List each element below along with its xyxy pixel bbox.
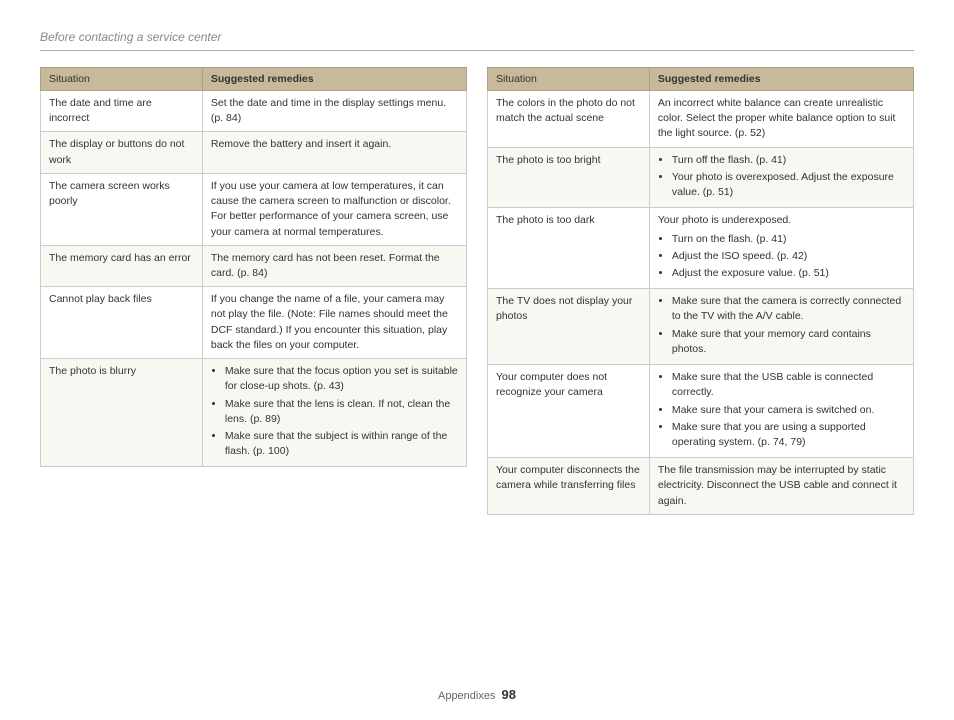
remedy-text: Your photo is underexposed. [658, 213, 905, 228]
remedy-text: The memory card has not been reset. Form… [211, 252, 440, 279]
remedy-cell: Make sure that the camera is correctly c… [649, 289, 913, 365]
table-row: The photo is blurry Make sure that the fo… [41, 359, 467, 467]
remedy-cell: Turn off the flash. (p. 41) Your photo is… [649, 147, 913, 208]
footer: Appendixes 98 [0, 687, 954, 702]
remedy-cell: The file transmission may be interrupted… [649, 458, 913, 515]
table-row: The colors in the photo do not match the… [488, 91, 914, 148]
table-row: Your computer does not recognize your ca… [488, 365, 914, 458]
table-row: The memory card has an error The memory c… [41, 245, 467, 286]
remedy-cell: An incorrect white balance can create un… [649, 91, 913, 148]
right-table-section: Situation Suggested remedies The colors … [487, 67, 914, 515]
remedy-cell: Make sure that the USB cable is connecte… [649, 365, 913, 458]
remedy-list: Make sure that the USB cable is connecte… [658, 370, 905, 450]
list-item: Turn off the flash. (p. 41) [672, 153, 905, 168]
remedy-list: Make sure that the camera is correctly c… [658, 294, 905, 357]
table-row: The display or buttons do not work Remove… [41, 132, 467, 173]
table-row: The photo is too darkYour photo is under… [488, 208, 914, 289]
list-item: Make sure that you are using a supported… [672, 420, 905, 450]
left-table-section: Situation Suggested remedies The date an… [40, 67, 467, 467]
situation-cell: The TV does not display your photos [488, 289, 650, 365]
remedy-cell: Set the date and time in the display set… [202, 91, 466, 132]
list-item: Turn on the flash. (p. 41) [672, 232, 905, 247]
list-item: Make sure that your memory card contains… [672, 327, 905, 357]
remedy-text: Remove the battery and insert it again. [211, 138, 391, 150]
table-row: The date and time are incorrect Set the d… [41, 91, 467, 132]
right-col-situation: Situation [488, 68, 650, 91]
list-item: Adjust the ISO speed. (p. 42) [672, 249, 905, 264]
list-item: Make sure that the focus option you set … [225, 364, 458, 394]
situation-cell: Your computer does not recognize your ca… [488, 365, 650, 458]
footer-number: 98 [502, 687, 516, 702]
situation-cell: The photo is blurry [41, 359, 203, 467]
table-row: The camera screen works poorly If you use… [41, 173, 467, 245]
remedy-text: If you change the name of a file, your c… [211, 293, 448, 351]
situation-cell: The colors in the photo do not match the… [488, 91, 650, 148]
remedy-text: If you use your camera at low temperatur… [211, 180, 451, 207]
left-table: Situation Suggested remedies The date an… [40, 67, 467, 467]
table-row: The TV does not display your photos Make … [488, 289, 914, 365]
situation-cell: The camera screen works poorly [41, 173, 203, 245]
left-col-remedies: Suggested remedies [202, 68, 466, 91]
situation-cell: Cannot play back files [41, 287, 203, 359]
list-item: Your photo is overexposed. Adjust the ex… [672, 170, 905, 200]
remedy-list: Make sure that the focus option you set … [211, 364, 458, 459]
table-row: Your computer disconnects the camera whi… [488, 458, 914, 515]
remedy-text: For better performance of your camera sc… [211, 210, 449, 237]
table-row: Cannot play back filesIf you change the … [41, 287, 467, 359]
left-col-situation: Situation [41, 68, 203, 91]
footer-label: Appendixes [438, 690, 496, 702]
list-item: Adjust the exposure value. (p. 51) [672, 266, 905, 281]
situation-cell: The memory card has an error [41, 245, 203, 286]
situation-cell: The photo is too bright [488, 147, 650, 208]
remedy-cell: Make sure that the focus option you set … [202, 359, 466, 467]
situation-cell: The date and time are incorrect [41, 91, 203, 132]
remedy-list: Turn off the flash. (p. 41) Your photo is… [658, 153, 905, 201]
right-table: Situation Suggested remedies The colors … [487, 67, 914, 515]
remedy-cell: Remove the battery and insert it again. [202, 132, 466, 173]
situation-cell: The photo is too dark [488, 208, 650, 289]
list-item: Make sure that the camera is correctly c… [672, 294, 905, 324]
tables-wrapper: Situation Suggested remedies The date an… [40, 67, 914, 515]
page-container: Before contacting a service center Situa… [0, 0, 954, 720]
list-item: Make sure that the subject is within ran… [225, 429, 458, 459]
situation-cell: The display or buttons do not work [41, 132, 203, 173]
remedy-cell: If you change the name of a file, your c… [202, 287, 466, 359]
remedy-cell: The memory card has not been reset. Form… [202, 245, 466, 286]
situation-cell: Your computer disconnects the camera whi… [488, 458, 650, 515]
remedy-text: Set the date and time in the display set… [211, 97, 446, 124]
remedy-list: Turn on the flash. (p. 41) Adjust the ISO… [658, 232, 905, 282]
remedy-cell: If you use your camera at low temperatur… [202, 173, 466, 245]
right-col-remedies: Suggested remedies [649, 68, 913, 91]
list-item: Make sure that your camera is switched o… [672, 403, 905, 418]
remedy-text: The file transmission may be interrupted… [658, 464, 897, 506]
table-row: The photo is too brightTurn off the flas… [488, 147, 914, 208]
page-title: Before contacting a service center [40, 30, 914, 51]
list-item: Make sure that the USB cable is connecte… [672, 370, 905, 400]
remedy-text: An incorrect white balance can create un… [658, 97, 896, 139]
list-item: Make sure that the lens is clean. If not… [225, 397, 458, 427]
remedy-cell: Your photo is underexposed. Turn on the f… [649, 208, 913, 289]
